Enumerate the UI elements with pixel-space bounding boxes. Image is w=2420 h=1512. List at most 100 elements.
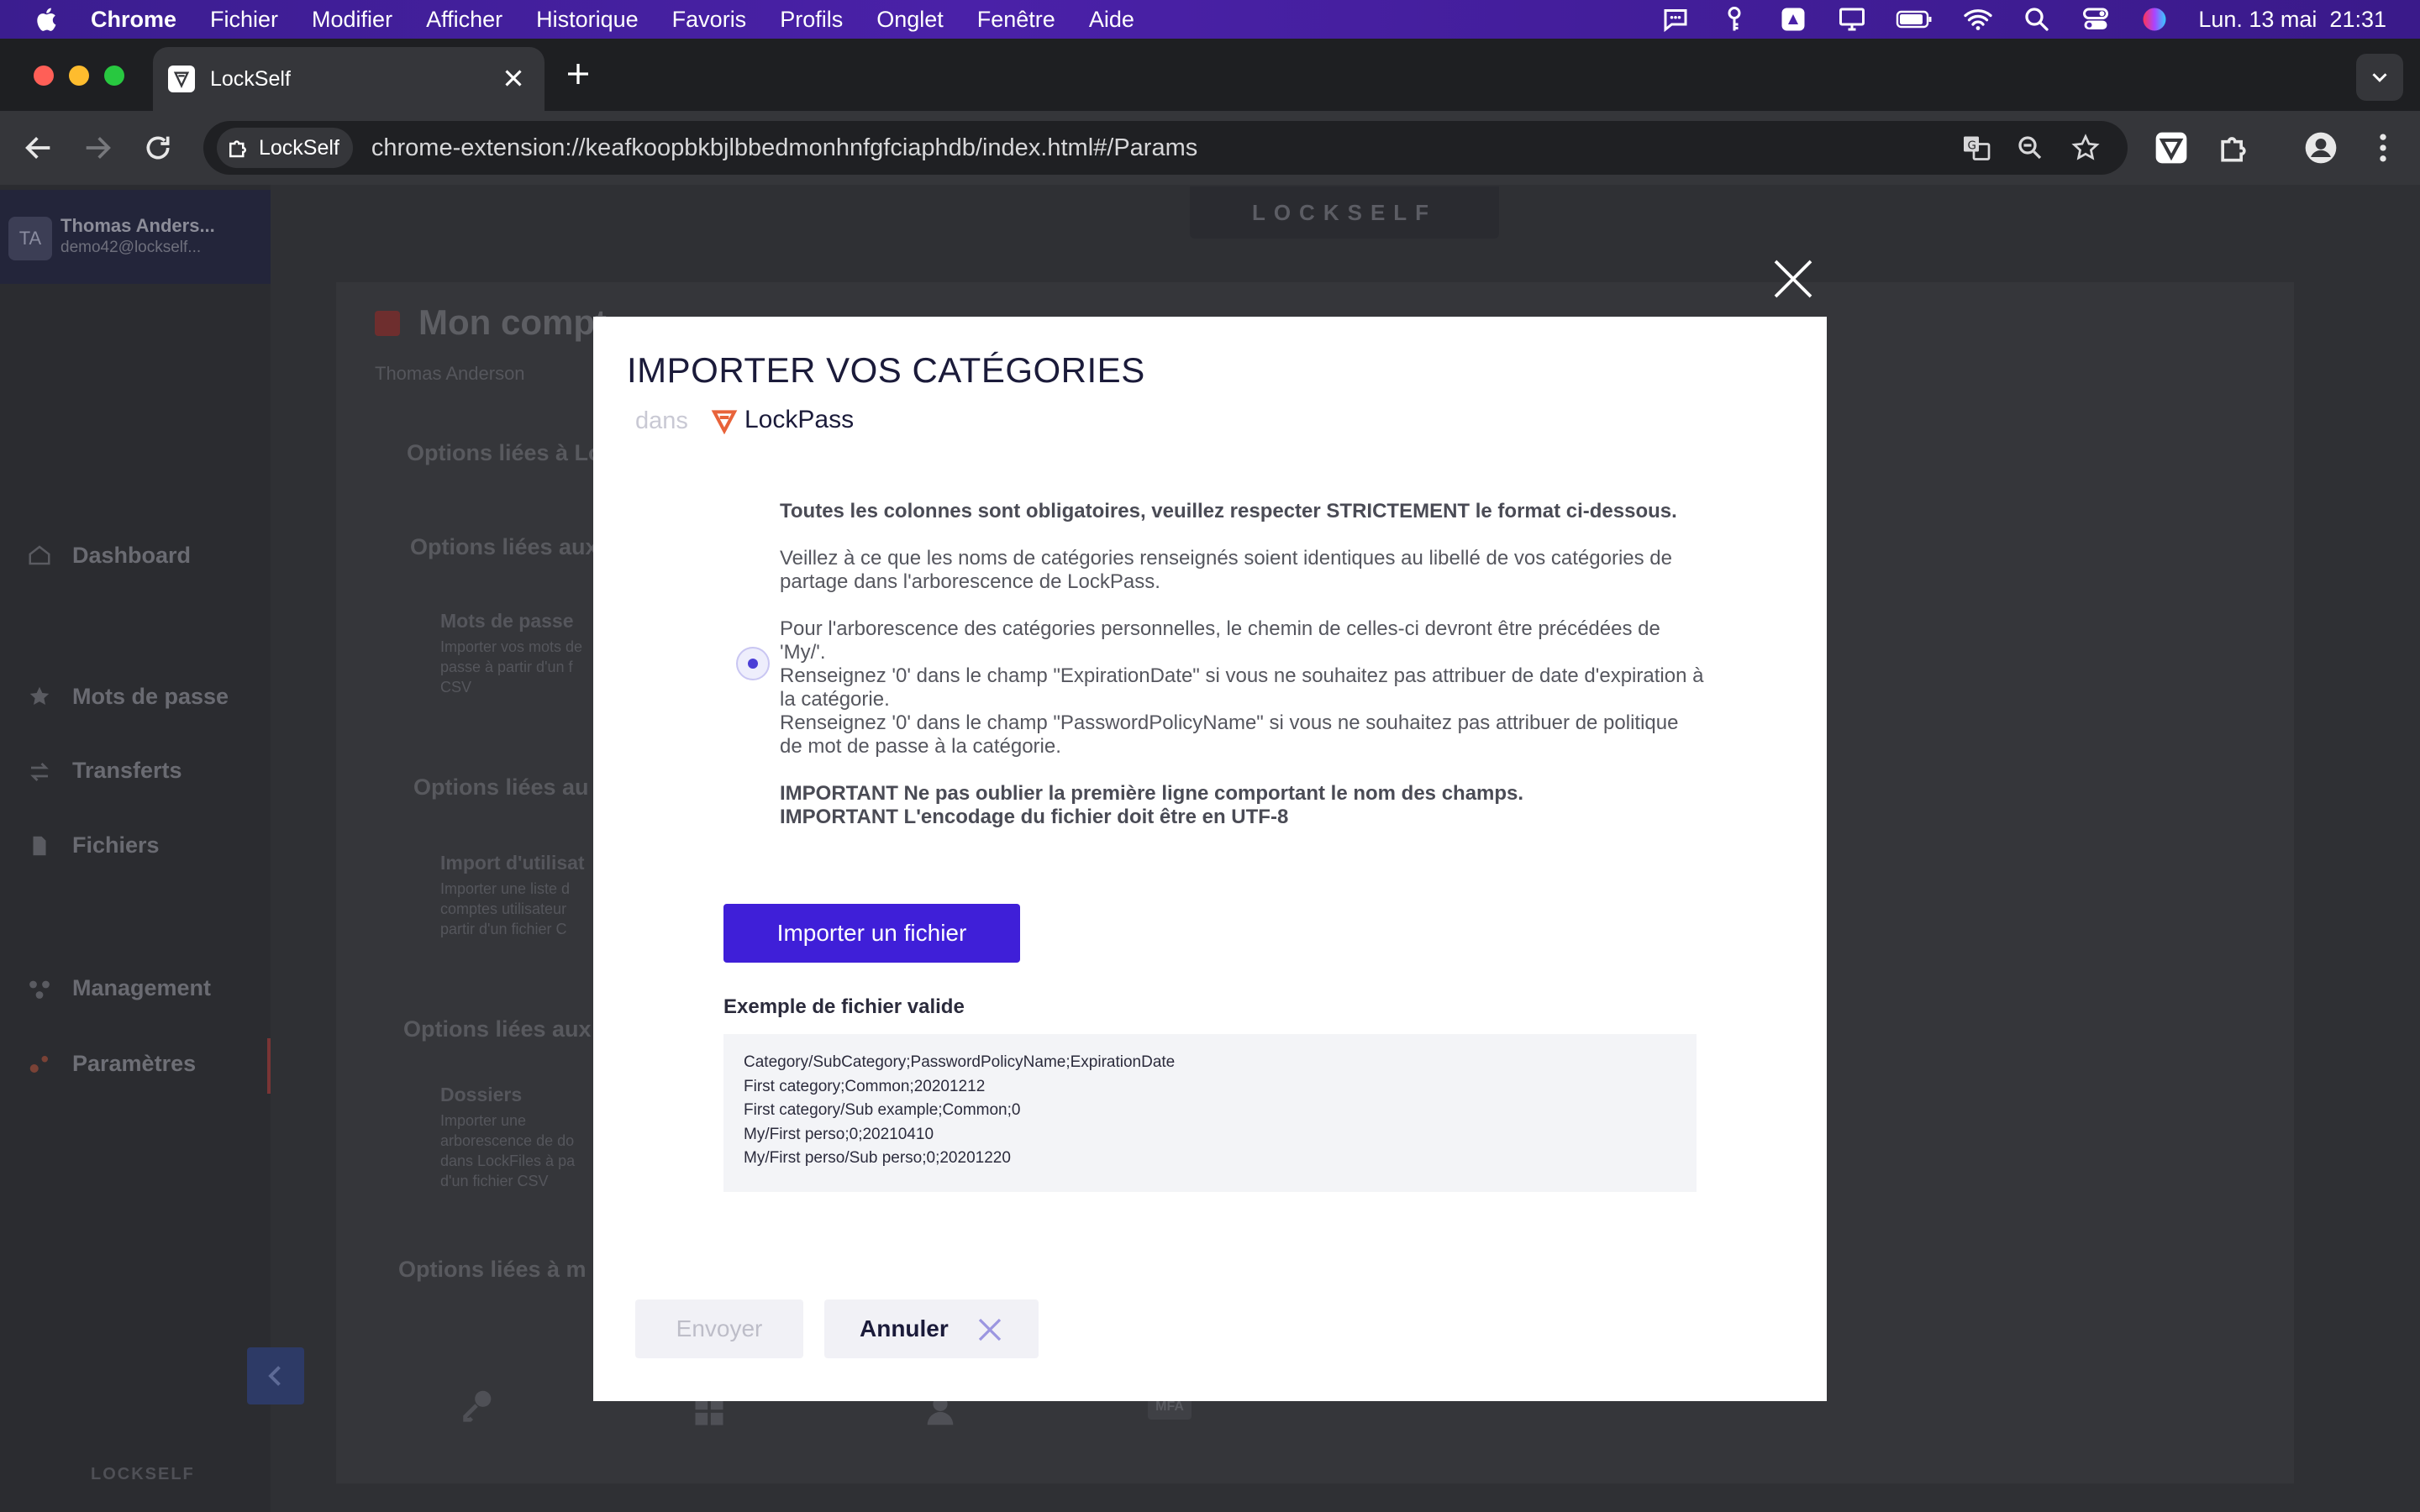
menu-fenetre[interactable]: Fenêtre bbox=[977, 7, 1055, 33]
zoom-icon[interactable] bbox=[2015, 133, 2045, 163]
lockpass-logo-icon bbox=[711, 410, 738, 434]
user-avatar: TA bbox=[8, 217, 52, 260]
item-desc-passwords: Importer vos mots de passe à partir d'un… bbox=[440, 638, 583, 696]
lockself-header-brand: LOCKSELF bbox=[1190, 186, 1499, 239]
display-icon[interactable] bbox=[1837, 4, 1867, 34]
section-title-1: Options liées à Lo bbox=[407, 440, 602, 465]
import-instructions: Toutes les colonnes sont obligatoires, v… bbox=[780, 500, 1704, 829]
reload-icon[interactable] bbox=[141, 131, 175, 165]
chevron-left-icon bbox=[268, 1366, 281, 1386]
item-title-folders: Dossiers bbox=[440, 1084, 523, 1105]
sidebar-item-files: Fichiers bbox=[72, 832, 160, 858]
address-bar[interactable]: LockSelf chrome-extension://keafkoopbkbj… bbox=[203, 121, 2128, 175]
background-page-title: Mon compt bbox=[418, 302, 607, 342]
management-nodes-icon bbox=[29, 980, 50, 999]
macos-menubar: Chrome Fichier Modifier Afficher Histori… bbox=[0, 0, 2420, 39]
modal-title: IMPORTER VOS CATÉGORIES bbox=[627, 350, 1145, 390]
forward-arrow-icon[interactable] bbox=[81, 131, 114, 165]
send-button[interactable]: Envoyer bbox=[635, 1299, 803, 1358]
lockself-favicon-icon bbox=[168, 66, 195, 92]
menu-onglet[interactable]: Onglet bbox=[876, 7, 944, 33]
menu-app-name[interactable]: Chrome bbox=[91, 7, 176, 33]
instruction-encoding: IMPORTANT L'encodage du fichier doit êtr… bbox=[780, 806, 1289, 828]
battery-icon[interactable] bbox=[1896, 4, 1934, 34]
cancel-x-icon bbox=[978, 1318, 1002, 1341]
window-close-button[interactable] bbox=[34, 66, 54, 86]
browser-menu-kebab-icon[interactable] bbox=[2365, 129, 2402, 166]
bookmark-star-icon[interactable] bbox=[2070, 133, 2101, 163]
menubar-datetime[interactable]: Lun. 13 mai 21:31 bbox=[2198, 7, 2386, 33]
window-maximize-button[interactable] bbox=[104, 66, 124, 86]
spotlight-search-icon[interactable] bbox=[2022, 4, 2052, 34]
profile-avatar-icon[interactable] bbox=[2302, 129, 2339, 166]
sidebar-item-transfers: Transferts bbox=[72, 758, 182, 783]
url-text[interactable]: chrome-extension://keafkoopbkbjlbbedmonh… bbox=[371, 134, 1197, 162]
instruction-format: Toutes les colonnes sont obligatoires, v… bbox=[780, 500, 1677, 522]
back-arrow-icon[interactable] bbox=[22, 131, 55, 165]
control-center-icon[interactable] bbox=[2081, 4, 2111, 34]
apple-logo-icon[interactable] bbox=[34, 6, 57, 33]
menu-aide[interactable]: Aide bbox=[1089, 7, 1134, 33]
chat-bubble-icon[interactable] bbox=[1660, 4, 1691, 34]
item-title-users: Import d'utilisat bbox=[440, 852, 585, 874]
menu-favoris[interactable]: Favoris bbox=[672, 7, 747, 33]
translate-icon[interactable]: G bbox=[1961, 133, 1991, 163]
wifi-icon[interactable] bbox=[1963, 4, 1993, 34]
sidebar-item-settings: Paramètres bbox=[72, 1051, 197, 1076]
menu-afficher[interactable]: Afficher bbox=[426, 7, 502, 33]
active-item-indicator bbox=[267, 1038, 271, 1094]
user-name: Thomas Anders... bbox=[60, 215, 215, 236]
dashboard-home-icon bbox=[29, 545, 50, 565]
instruction-header-line: IMPORTANT Ne pas oublier la première lig… bbox=[780, 782, 1524, 805]
modal-product-name: LockPass bbox=[744, 406, 855, 433]
section-title-2: Options liées aux bbox=[410, 534, 598, 559]
close-tab-icon[interactable] bbox=[499, 64, 528, 92]
siri-icon[interactable] bbox=[2139, 4, 2170, 34]
example-file-content: Category/SubCategory;PasswordPolicyName;… bbox=[723, 1034, 1697, 1192]
transfer-arrows-icon bbox=[30, 763, 49, 781]
item-desc-folders: Importer une arborescence de do dans Loc… bbox=[440, 1112, 576, 1189]
key-icon bbox=[463, 1390, 492, 1422]
section-title-3: Options liées au bbox=[413, 774, 589, 800]
menu-modifier[interactable]: Modifier bbox=[312, 7, 392, 33]
instruction-policy: Renseignez '0' dans le champ "PasswordPo… bbox=[780, 711, 1679, 758]
svg-text:G: G bbox=[1968, 139, 1976, 153]
window-minimize-button[interactable] bbox=[69, 66, 89, 86]
example-line: Category/SubCategory;PasswordPolicyName;… bbox=[744, 1053, 1176, 1071]
cancel-button-label: Annuler bbox=[860, 1315, 949, 1341]
example-line: First category;Common;20201212 bbox=[744, 1077, 986, 1095]
tab-search-button[interactable] bbox=[2356, 54, 2403, 101]
instruction-expiration: Renseignez '0' dans le champ "Expiration… bbox=[780, 664, 1704, 711]
lockself-extension-icon[interactable] bbox=[2153, 129, 2190, 166]
star-icon bbox=[29, 686, 50, 705]
example-line: My/First perso;0;20210410 bbox=[744, 1125, 934, 1143]
sidebar-item-passwords: Mots de passe bbox=[72, 684, 229, 709]
new-tab-plus-icon[interactable] bbox=[563, 59, 593, 89]
modal-in-label: dans bbox=[635, 407, 688, 434]
import-file-button[interactable]: Importer un fichier bbox=[723, 904, 1020, 963]
menu-profils[interactable]: Profils bbox=[780, 7, 843, 33]
extension-puzzle-icon bbox=[229, 140, 246, 158]
menu-fichier[interactable]: Fichier bbox=[210, 7, 278, 33]
file-icon bbox=[33, 836, 46, 856]
example-line: First category/Sub example;Common;0 bbox=[744, 1101, 1021, 1120]
chevron-down-icon bbox=[2372, 73, 2387, 82]
menubar-status-area: Lun. 13 mai 21:31 bbox=[1660, 0, 2386, 39]
section-title-5: Options liées à m bbox=[398, 1257, 587, 1282]
example-file-label: Exemple de fichier valide bbox=[723, 995, 965, 1018]
cancel-button[interactable]: Annuler bbox=[824, 1299, 1039, 1358]
key-status-icon[interactable] bbox=[1719, 4, 1749, 34]
drive-icon[interactable] bbox=[1778, 4, 1808, 34]
example-line: My/First perso/Sub perso;0;20201220 bbox=[744, 1149, 1011, 1168]
extension-site-chip[interactable]: LockSelf bbox=[217, 128, 353, 168]
menu-historique[interactable]: Historique bbox=[536, 7, 639, 33]
info-radio-indicator bbox=[736, 647, 770, 680]
sidebar-collapse-button bbox=[247, 1347, 304, 1404]
section-title-4: Options liées aux bbox=[403, 1016, 592, 1042]
sidebar-item-management: Management bbox=[72, 975, 212, 1000]
import-categories-modal: ACTION IMPORTER VOS CATÉGORIES dans Lock… bbox=[593, 317, 1827, 1401]
tab-title: LockSelf bbox=[210, 66, 291, 91]
close-modal-icon[interactable] bbox=[1770, 255, 1817, 302]
browser-tab-lockself[interactable]: LockSelf bbox=[153, 47, 544, 111]
extensions-puzzle-icon[interactable] bbox=[2215, 129, 2252, 166]
